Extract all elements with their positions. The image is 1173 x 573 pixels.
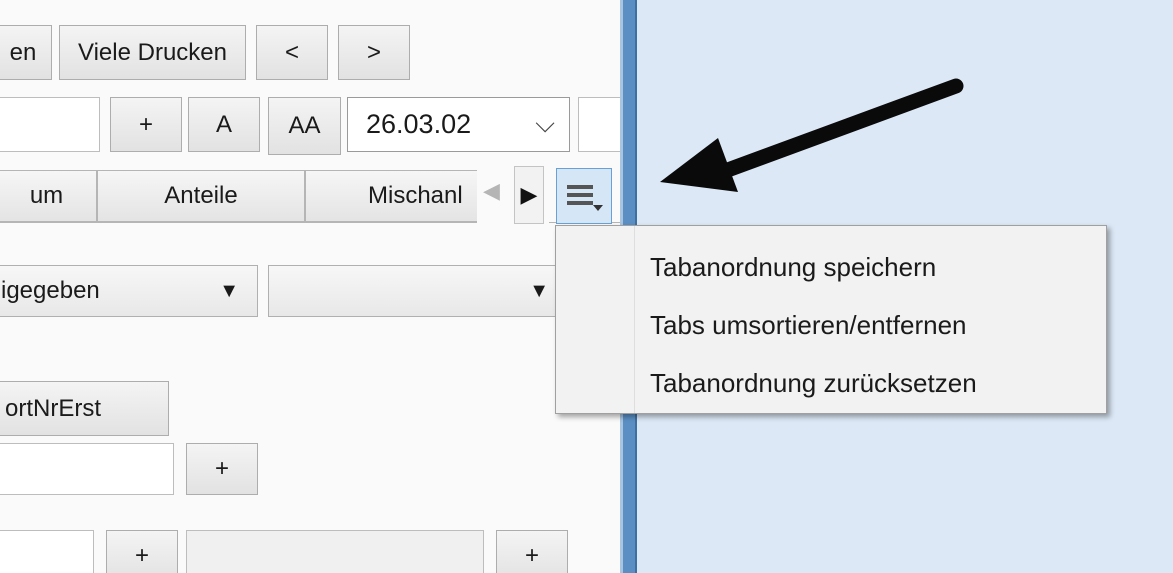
- add-button-bottom-right-label: +: [524, 542, 539, 569]
- tab-mischanlage-label: Mischanl: [368, 182, 463, 209]
- font-large-button-label: AA: [288, 112, 321, 139]
- add-button-middle-label: +: [214, 455, 229, 482]
- filter-combo[interactable]: ▼: [268, 265, 568, 317]
- text-input-middle[interactable]: [0, 443, 174, 495]
- caret-down-icon: ▼: [529, 280, 549, 302]
- date-picker[interactable]: 26.03.02 ⌵: [347, 97, 570, 152]
- left-panel: en Viele Drucken < > + A AA 26.03.02 ⌵ u…: [0, 0, 620, 573]
- menu-icon: [567, 185, 593, 189]
- add-button[interactable]: +: [110, 97, 182, 152]
- menu-item-save-tab-order[interactable]: Tabanordnung speichern: [650, 252, 936, 283]
- print-button-label: en: [9, 38, 37, 66]
- scroll-right-icon: ▶: [520, 182, 538, 207]
- tab-anteile-label: Anteile: [164, 182, 238, 209]
- font-large-button[interactable]: AA: [268, 97, 341, 155]
- tab-mischanlage[interactable]: Mischanl: [305, 170, 485, 222]
- tab-anteile[interactable]: Anteile: [97, 170, 305, 222]
- tab-partial[interactable]: um: [0, 170, 97, 222]
- add-button-bottom-right[interactable]: +: [496, 530, 568, 573]
- add-button-label: +: [138, 110, 153, 138]
- print-many-button-label: Viele Drucken: [78, 38, 227, 66]
- sort-button-label: ortNrErst: [5, 394, 101, 422]
- previous-button[interactable]: <: [256, 25, 328, 80]
- dropdown-caret-icon: [593, 205, 603, 211]
- text-input-bottom-gray[interactable]: [186, 530, 484, 573]
- next-button-label: >: [366, 38, 381, 66]
- tab-options-menu: Tabanordnung speichern Tabs umsortieren/…: [555, 225, 1107, 414]
- text-field-top-right[interactable]: [578, 97, 620, 152]
- tab-scroll-controls: ◀ ▶: [477, 166, 549, 224]
- font-small-button[interactable]: A: [188, 97, 260, 152]
- add-button-bottom-left-label: +: [134, 542, 149, 569]
- chevron-down-icon[interactable]: ⌵: [535, 108, 555, 140]
- font-small-button-label: A: [215, 110, 232, 138]
- tab-partial-label: um: [29, 182, 64, 209]
- annotation-arrow-icon: [660, 78, 964, 192]
- previous-button-label: <: [284, 38, 299, 66]
- menu-icon-gutter: [556, 226, 635, 413]
- menu-item-reorder-tabs[interactable]: Tabs umsortieren/entfernen: [650, 310, 967, 341]
- caret-down-icon: ▼: [219, 280, 239, 302]
- print-many-button[interactable]: Viele Drucken: [59, 25, 246, 80]
- add-button-bottom-left[interactable]: +: [106, 530, 178, 573]
- status-combo-value: igegeben: [1, 277, 100, 304]
- scroll-right-button[interactable]: ▶: [514, 166, 544, 224]
- tab-menu-button[interactable]: [556, 168, 612, 224]
- next-button[interactable]: >: [338, 25, 410, 80]
- scroll-left-icon[interactable]: ◀: [483, 178, 500, 204]
- menu-item-reset-tab-order[interactable]: Tabanordnung zurücksetzen: [650, 368, 977, 399]
- sort-button[interactable]: ortNrErst: [0, 381, 169, 436]
- status-combo[interactable]: igegeben ▼: [0, 265, 258, 317]
- text-input-bottom[interactable]: [0, 530, 94, 573]
- text-field-top-left[interactable]: [0, 97, 100, 152]
- print-button[interactable]: en: [0, 25, 52, 80]
- date-value: 26.03.02: [366, 109, 472, 139]
- add-button-middle[interactable]: +: [186, 443, 258, 495]
